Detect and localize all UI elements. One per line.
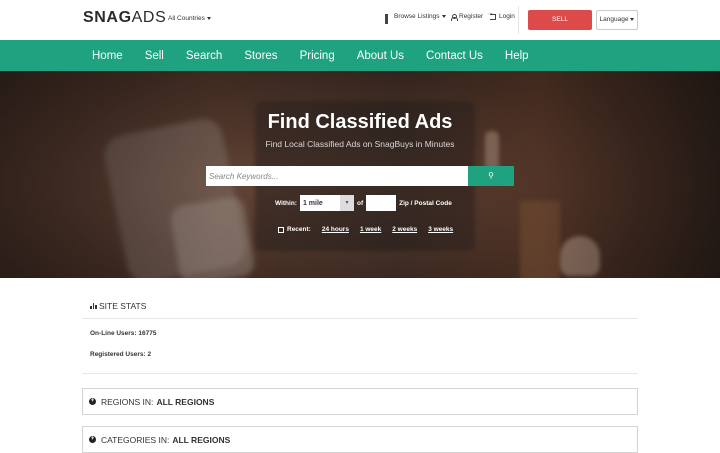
- logo-thin-text: ADS: [131, 9, 167, 26]
- nav-item-home[interactable]: Home: [92, 50, 123, 62]
- regions-panel-prefix: REGIONS IN:: [101, 396, 154, 407]
- chevron-down-icon: [630, 17, 635, 21]
- country-dropdown[interactable]: All Countries: [168, 15, 211, 22]
- recent-link-1-week[interactable]: 1 week: [360, 226, 381, 233]
- distance-filter: Within: 1 mile ▾ of Zip / Postal Code: [275, 195, 452, 211]
- site-stats-section: SITE STATS On-Line Users: 16775 Register…: [82, 292, 638, 374]
- of-label: of: [356, 199, 364, 207]
- stats-divider: [82, 318, 638, 319]
- recent-link-3-weeks[interactable]: 3 weeks: [428, 226, 453, 233]
- zip-input[interactable]: [366, 195, 397, 211]
- plus-circle-icon: +: [89, 398, 96, 405]
- login-icon: [487, 10, 496, 20]
- regions-panel[interactable]: + REGIONS IN: ALL REGIONS: [82, 388, 638, 415]
- within-label: Within:: [275, 199, 297, 207]
- user-icon: [450, 13, 458, 21]
- register-link[interactable]: Register: [450, 13, 484, 21]
- hero-title: Find Classified Ads: [267, 111, 453, 133]
- stats-bottom-divider: [82, 373, 638, 374]
- nav-item-search[interactable]: Search: [186, 50, 222, 62]
- site-logo[interactable]: SNAGADS: [83, 9, 166, 27]
- recent-link-24-hours[interactable]: 24 hours: [322, 226, 349, 233]
- distance-select-value: 1 mile: [302, 199, 323, 207]
- recent-link-2-weeks[interactable]: 2 weeks: [392, 226, 417, 233]
- nav-item-contact-us[interactable]: Contact Us: [426, 50, 483, 62]
- search-icon: ⚲: [488, 171, 494, 180]
- categories-panel[interactable]: + CATEGORIES IN: ALL REGIONS: [82, 426, 638, 453]
- calendar-icon: [278, 226, 284, 233]
- header-divider: [518, 6, 519, 34]
- online-users-stat: On-Line Users: 16775: [90, 330, 157, 337]
- registered-users-stat: Registered Users: 2: [90, 351, 152, 358]
- chevron-down-icon: ▾: [339, 195, 354, 211]
- hero-subtitle: Find Local Classified Ads on SnagBuys in…: [265, 139, 455, 149]
- categories-panel-value: ALL REGIONS: [172, 434, 231, 445]
- language-dropdown[interactable]: Language: [596, 10, 638, 30]
- login-link[interactable]: Login: [487, 10, 515, 20]
- recent-label: Recent:: [287, 226, 311, 233]
- recent-filter: Recent: 24 hours 1 week 2 weeks 3 weeks: [278, 226, 453, 233]
- site-stats-title-prefix: SITE: [99, 301, 118, 311]
- sell-button[interactable]: SELL: [528, 10, 592, 30]
- search-button[interactable]: ⚲: [468, 166, 514, 186]
- nav-item-sell[interactable]: Sell: [145, 50, 164, 62]
- nav-item-about-us[interactable]: About Us: [357, 50, 404, 62]
- zip-label: Zip / Postal Code: [399, 199, 452, 207]
- main-navbar: Home Sell Search Stores Pricing About Us…: [0, 40, 720, 71]
- chevron-down-icon: [441, 15, 446, 18]
- nav-item-pricing[interactable]: Pricing: [300, 50, 335, 62]
- country-dropdown-label: All Countries: [168, 15, 205, 22]
- hero-section: Find Classified Ads Find Local Classifie…: [0, 71, 720, 278]
- distance-select[interactable]: 1 mile ▾: [299, 195, 354, 211]
- nav-item-help[interactable]: Help: [505, 50, 529, 62]
- bar-chart-icon: [90, 303, 97, 309]
- plus-circle-icon: +: [89, 436, 96, 443]
- categories-panel-prefix: CATEGORIES IN:: [101, 434, 170, 445]
- grid-icon: [385, 13, 391, 24]
- register-label: Register: [459, 13, 484, 20]
- login-label: Login: [499, 13, 515, 20]
- chevron-down-icon: [206, 16, 211, 20]
- search-input[interactable]: [206, 166, 468, 186]
- site-stats-title: SITE STATS: [90, 301, 146, 311]
- site-stats-title-suffix: STATS: [120, 301, 147, 311]
- browse-listings-label: Browse Listings: [394, 13, 440, 20]
- nav-item-stores[interactable]: Stores: [244, 50, 277, 62]
- logo-bold-text: SNAG: [83, 9, 132, 26]
- top-bar: SNAGADS All Countries Browse Listings Re…: [0, 0, 720, 40]
- browse-listings-link[interactable]: Browse Listings: [385, 13, 446, 24]
- regions-panel-value: ALL REGIONS: [156, 396, 215, 407]
- language-label: Language: [599, 16, 629, 23]
